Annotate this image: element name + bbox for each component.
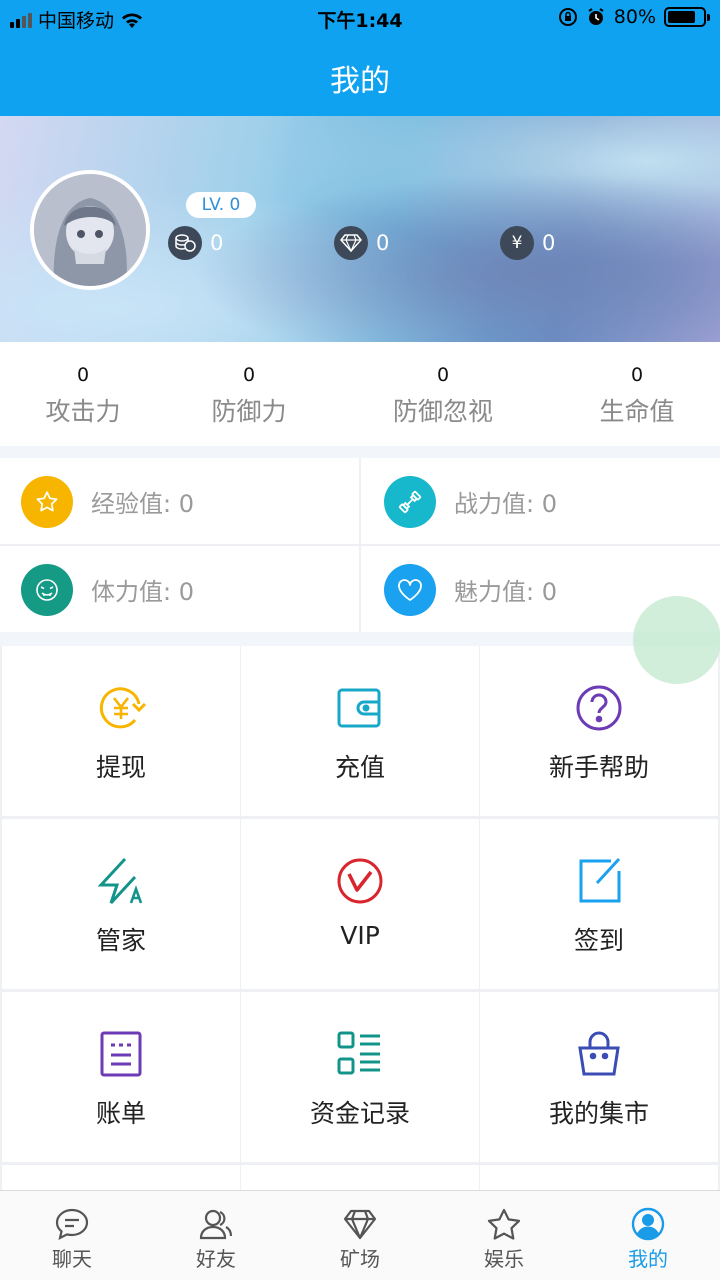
coins-stat: 0 bbox=[168, 226, 223, 260]
attribute-label: 防御忽视 bbox=[392, 397, 493, 426]
diamonds-stat: 0 bbox=[334, 226, 389, 260]
value-label: 经验值: 0 bbox=[91, 490, 194, 518]
menu-label: 我的集市 bbox=[548, 1099, 649, 1128]
attribute-defense-ignore: 0 防御忽视 bbox=[353, 364, 533, 428]
coins-icon bbox=[168, 226, 202, 260]
alarm-icon bbox=[588, 8, 604, 25]
avatar-image bbox=[34, 174, 146, 286]
menu-label: 账单 bbox=[95, 1099, 146, 1128]
menu-item-checkin[interactable]: 签到 bbox=[480, 819, 718, 989]
diamond-icon bbox=[334, 226, 368, 260]
profile-banner: LV. 0 0 0 ¥ 0 bbox=[0, 116, 720, 342]
avatar[interactable] bbox=[30, 170, 150, 290]
tab-friends[interactable]: 好友 bbox=[144, 1191, 288, 1280]
rotation-lock-icon bbox=[558, 8, 577, 26]
diamonds-value: 0 bbox=[376, 231, 390, 255]
nav-bar: 我的 bbox=[0, 36, 720, 116]
value-power[interactable]: 战力值: 0 bbox=[363, 458, 720, 545]
divider bbox=[0, 544, 720, 546]
menu-label: 新手帮助 bbox=[548, 753, 649, 782]
diamond-icon bbox=[343, 1209, 377, 1240]
floating-assistant-button[interactable] bbox=[633, 596, 720, 684]
vip-icon bbox=[337, 858, 383, 904]
attribute-value: 0 bbox=[242, 364, 256, 386]
attributes-row: 0 攻击力 0 防御力 0 防御忽视 0 生命值 bbox=[0, 342, 720, 446]
attribute-attack: 0 攻击力 bbox=[0, 364, 173, 428]
value-stamina[interactable]: 体力值: 0 bbox=[0, 546, 360, 633]
menu-item-partial bbox=[480, 1165, 718, 1190]
battery-icon bbox=[664, 7, 710, 27]
tab-label: 聊天 bbox=[52, 1247, 92, 1271]
chat-icon bbox=[55, 1208, 89, 1241]
status-bar: 中国移动 下午1:44 80% bbox=[0, 0, 720, 36]
yuan-icon: ¥ bbox=[500, 226, 534, 260]
yuan-stat: ¥ 0 bbox=[500, 226, 555, 260]
market-icon bbox=[578, 1031, 620, 1076]
wallet-icon bbox=[337, 688, 381, 728]
menu-item-partial bbox=[241, 1165, 479, 1190]
menu-item-vip[interactable]: VIP bbox=[241, 819, 479, 989]
checkin-icon bbox=[579, 857, 621, 903]
value-label: 战力值: 0 bbox=[454, 490, 557, 518]
tab-chat[interactable]: 聊天 bbox=[0, 1191, 144, 1280]
help-icon bbox=[576, 685, 622, 731]
menu-item-recharge[interactable]: 充值 bbox=[241, 646, 479, 816]
level-badge: LV. 0 bbox=[186, 192, 256, 218]
attribute-value: 0 bbox=[76, 364, 90, 386]
friends-icon bbox=[199, 1209, 233, 1240]
status-right: 80% bbox=[558, 6, 710, 28]
menu-label: VIP bbox=[340, 921, 380, 950]
menu-item-market[interactable]: 我的集市 bbox=[480, 992, 718, 1162]
values-grid: 经验值: 0 战力值: 0 体力值: 0 魅力值: 0 bbox=[0, 458, 720, 632]
coins-value: 0 bbox=[210, 231, 224, 255]
attribute-value: 0 bbox=[630, 364, 644, 386]
menu-item-partial bbox=[2, 1165, 240, 1190]
attribute-label: 生命值 bbox=[599, 397, 675, 426]
record-icon bbox=[337, 1031, 380, 1075]
menu-label: 提现 bbox=[95, 753, 146, 782]
menu-label: 资金记录 bbox=[309, 1099, 410, 1128]
heart-icon bbox=[384, 563, 436, 616]
value-label: 体力值: 0 bbox=[91, 578, 194, 606]
withdraw-icon bbox=[99, 687, 147, 729]
tab-label: 好友 bbox=[196, 1247, 236, 1271]
attribute-value: 0 bbox=[436, 364, 450, 386]
menu-item-withdraw[interactable]: 提现 bbox=[2, 646, 240, 816]
yuan-value: 0 bbox=[542, 231, 556, 255]
value-experience[interactable]: 经验值: 0 bbox=[0, 458, 360, 545]
menu-label: 充值 bbox=[334, 753, 385, 782]
star-outline-icon bbox=[487, 1208, 521, 1240]
tab-mine-field[interactable]: 矿场 bbox=[288, 1191, 432, 1280]
tab-entertainment[interactable]: 娱乐 bbox=[432, 1191, 576, 1280]
menu-item-bill[interactable]: 账单 bbox=[2, 992, 240, 1162]
menu-item-fund-record[interactable]: 资金记录 bbox=[241, 992, 479, 1162]
user-icon bbox=[631, 1207, 665, 1241]
page-title: 我的 bbox=[330, 64, 390, 99]
tab-label: 我的 bbox=[628, 1247, 668, 1271]
attribute-label: 攻击力 bbox=[45, 397, 121, 426]
attribute-health: 0 生命值 bbox=[547, 364, 720, 428]
star-icon bbox=[21, 475, 73, 528]
face-icon bbox=[21, 563, 73, 616]
attribute-label: 防御力 bbox=[211, 397, 287, 426]
menu-grid: 提现 充值 新手帮助 管家 VIP 签到 账单 资金记录 我的集市 bbox=[0, 646, 720, 1190]
bill-icon bbox=[100, 1031, 142, 1077]
value-label: 魅力值: 0 bbox=[454, 578, 557, 606]
tab-bar: 聊天 好友 矿场 娱乐 我的 bbox=[0, 1190, 720, 1280]
attribute-defense: 0 防御力 bbox=[159, 364, 339, 428]
tab-label: 娱乐 bbox=[484, 1247, 524, 1271]
butler-icon bbox=[97, 857, 143, 905]
menu-label: 签到 bbox=[573, 926, 624, 955]
tab-mine[interactable]: 我的 bbox=[576, 1191, 720, 1280]
dumbbell-icon bbox=[384, 475, 436, 528]
tab-label: 矿场 bbox=[340, 1247, 380, 1271]
menu-item-butler[interactable]: 管家 bbox=[2, 819, 240, 989]
menu-label: 管家 bbox=[95, 926, 146, 955]
battery-text: 80% bbox=[613, 6, 656, 28]
